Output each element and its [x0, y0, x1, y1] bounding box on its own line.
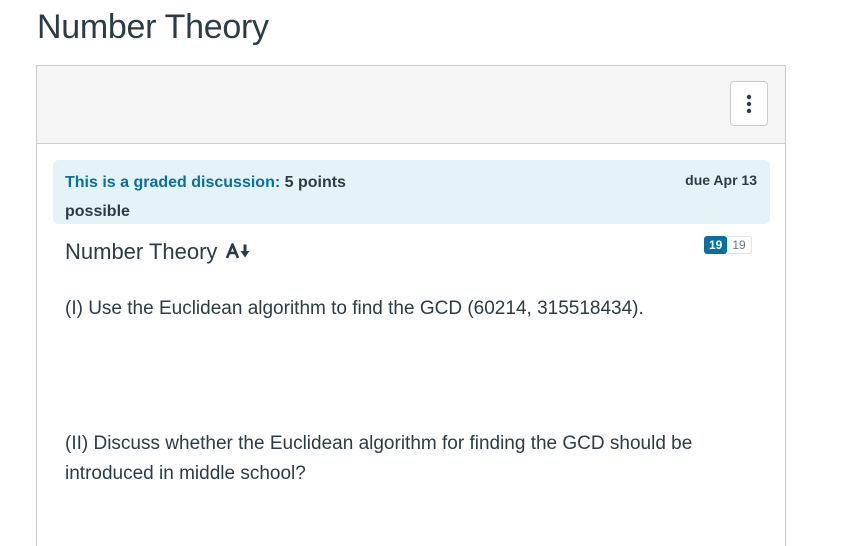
discussion-card: This is a graded discussion: 5 points po…	[36, 65, 786, 546]
total-count-badge: 19	[727, 236, 752, 254]
a-plus-icon[interactable]	[226, 239, 252, 265]
topic-title: Number Theory	[65, 239, 218, 264]
graded-info: This is a graded discussion: 5 points po…	[65, 168, 365, 226]
question-2: (II) Discuss whether the Euclidean algor…	[65, 433, 693, 484]
unread-count-badge[interactable]: 19	[704, 236, 728, 254]
kebab-vertical-icon	[746, 94, 752, 113]
topic-heading: Number Theory	[65, 239, 252, 265]
discussion-toolbar	[37, 66, 785, 144]
page-title: Number Theory	[37, 8, 269, 46]
reply-count-badges: 19 19	[704, 236, 752, 254]
due-date: due Apr 13	[685, 172, 757, 188]
graded-discussion-banner: This is a graded discussion: 5 points po…	[53, 160, 770, 224]
more-options-button[interactable]	[730, 81, 768, 126]
question-1: (I) Use the Euclidean algorithm to find …	[65, 298, 644, 319]
graded-discussion-link[interactable]: This is a graded discussion:	[65, 174, 280, 191]
